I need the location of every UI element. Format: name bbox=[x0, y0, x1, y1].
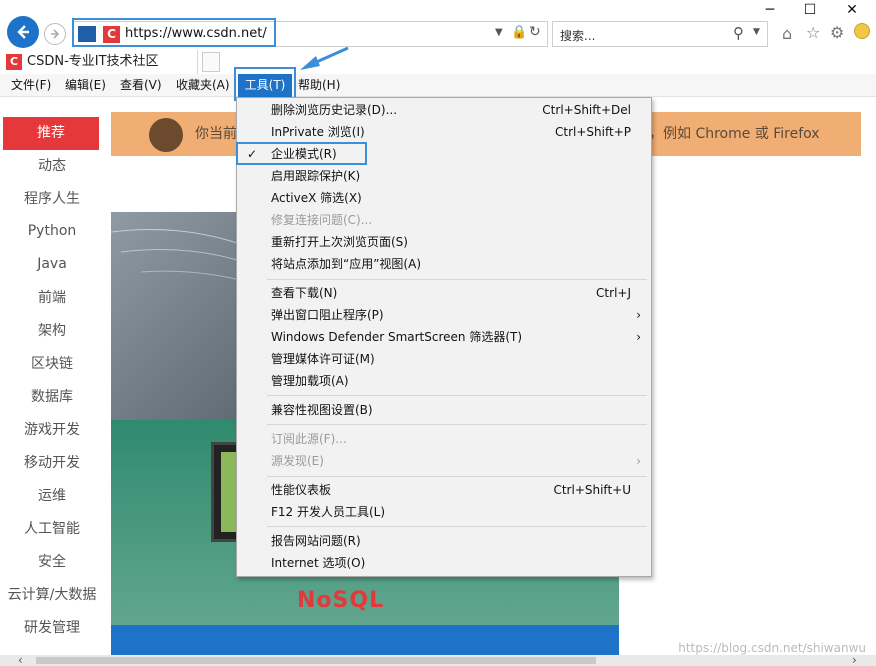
submenu-arrow-icon: › bbox=[636, 308, 641, 322]
sidebar-item[interactable]: 运维 bbox=[0, 480, 104, 513]
sidebar-item[interactable]: 移动开发 bbox=[0, 447, 104, 480]
sidebar-item[interactable]: 游戏开发 bbox=[0, 414, 104, 447]
menu-item-popup-blocker[interactable]: 弹出窗口阻止程序(P) › bbox=[237, 304, 651, 326]
menu-item-inprivate[interactable]: InPrivate 浏览(I) Ctrl+Shift+P bbox=[237, 121, 651, 143]
menu-item-fix-connection: 修复连接问题(C)... bbox=[271, 213, 373, 227]
menu-item-compat-view[interactable]: 兼容性视图设置(B) bbox=[237, 399, 651, 421]
sidebar-item[interactable]: 架构 bbox=[0, 315, 104, 348]
scrollbar-thumb[interactable] bbox=[36, 657, 596, 664]
monkey-mascot-icon bbox=[149, 118, 183, 152]
sidebar-item[interactable]: 安全 bbox=[0, 546, 104, 579]
sidebar-item[interactable]: 动态 bbox=[0, 150, 104, 183]
sidebar-item[interactable]: 区块链 bbox=[0, 348, 104, 381]
nosql-label: NoSQL bbox=[297, 588, 385, 613]
sidebar-item[interactable]: 数据库 bbox=[0, 381, 104, 414]
menu-item-delete-history[interactable]: 删除浏览历史记录(D)... Ctrl+Shift+Del bbox=[237, 99, 651, 121]
sidebar-item[interactable]: 前端 bbox=[0, 282, 104, 315]
tools-menu: 删除浏览历史记录(D)... Ctrl+Shift+Del InPrivate 浏… bbox=[236, 97, 652, 577]
scroll-left-icon[interactable]: ‹ bbox=[18, 653, 23, 666]
banner-text: 你当前 bbox=[195, 126, 237, 142]
submenu-arrow-icon: › bbox=[636, 330, 641, 344]
sidebar-item[interactable]: 人工智能 bbox=[0, 513, 104, 546]
menu-item-reopen-session[interactable]: 重新打开上次浏览页面(S) bbox=[237, 231, 651, 253]
menu-item-manage-addons[interactable]: 管理加载项(A) bbox=[237, 370, 651, 392]
menu-item-media-licenses[interactable]: 管理媒体许可证(M) bbox=[237, 348, 651, 370]
menu-item-f12-devtools[interactable]: F12 开发人员工具(L) bbox=[237, 501, 651, 523]
sidebar-item[interactable]: Java bbox=[0, 248, 104, 281]
menu-separator bbox=[267, 424, 647, 425]
sidebar-item[interactable]: 云计算/大数据 bbox=[0, 579, 104, 612]
sidebar-item[interactable]: 研发管理 bbox=[0, 612, 104, 645]
submenu-arrow-icon: › bbox=[636, 454, 641, 468]
menu-separator bbox=[267, 526, 647, 527]
menu-item-view-downloads[interactable]: 查看下载(N) Ctrl+J bbox=[237, 282, 651, 304]
menu-separator bbox=[267, 476, 647, 477]
menu-item-tracking-protection[interactable]: 启用跟踪保护(K) bbox=[237, 165, 651, 187]
menu-item-internet-options[interactable]: Internet 选项(O) bbox=[237, 552, 651, 574]
menu-separator bbox=[267, 395, 647, 396]
menu-item-add-to-apps[interactable]: 将站点添加到“应用”视图(A) bbox=[237, 253, 651, 275]
watermark-text: https://blog.csdn.net/shiwanwu bbox=[678, 641, 866, 655]
menu-item-performance-dashboard[interactable]: 性能仪表板 Ctrl+Shift+U bbox=[237, 479, 651, 501]
horizontal-scrollbar[interactable]: ‹ › bbox=[0, 653, 876, 666]
banner-text-right: 器，例如 Chrome 或 Firefox bbox=[635, 126, 820, 142]
menu-item-smartscreen[interactable]: Windows Defender SmartScreen 筛选器(T) › bbox=[237, 326, 651, 348]
menu-separator bbox=[267, 279, 647, 280]
menu-item-activex-filter[interactable]: ActiveX 筛选(X) bbox=[237, 187, 651, 209]
sidebar-item-recommend[interactable]: 推荐 bbox=[3, 117, 99, 150]
sidebar-item[interactable]: 程序人生 bbox=[0, 183, 104, 216]
sidebar-item[interactable]: Python bbox=[0, 215, 104, 248]
menu-item-subscribe-feed: 订阅此源(F)... bbox=[271, 432, 347, 446]
menu-item-feed-discovery: 源发现(E) › bbox=[237, 450, 651, 472]
category-sidebar: 推荐 动态 程序人生 Python Java 前端 架构 区块链 数据库 游戏开… bbox=[0, 100, 104, 655]
menu-item-report-issue[interactable]: 报告网站问题(R) bbox=[237, 530, 651, 552]
enterprise-mode-highlight-box bbox=[236, 142, 367, 165]
